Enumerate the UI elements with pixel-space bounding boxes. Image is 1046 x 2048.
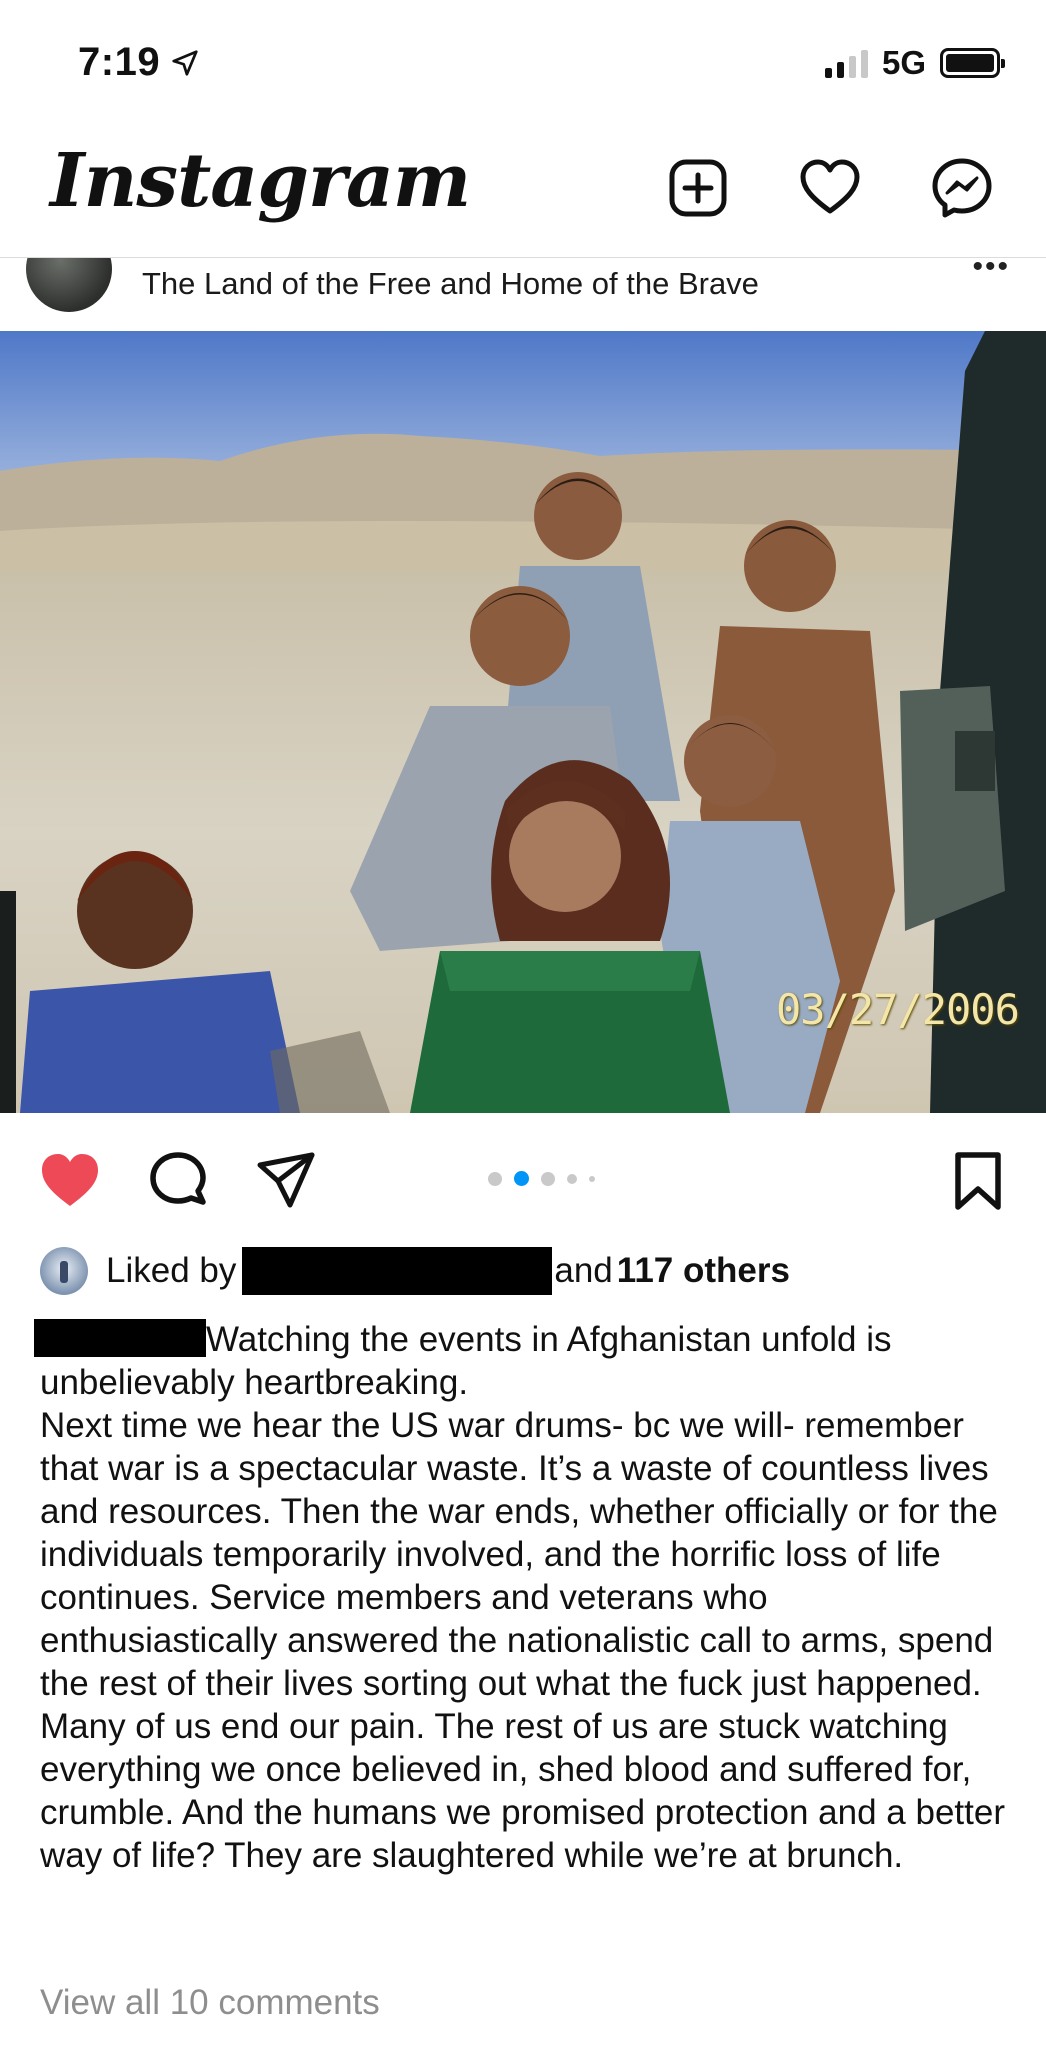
messenger-icon[interactable] <box>930 156 994 220</box>
network-type: 5G <box>881 44 926 81</box>
carousel-dot <box>488 1171 502 1186</box>
liker-avatar <box>40 1247 88 1295</box>
new-post-icon[interactable] <box>666 156 730 220</box>
carousel-dot <box>589 1175 595 1182</box>
status-indicators: 5G <box>824 44 1005 82</box>
redacted-author-name <box>34 1319 206 1357</box>
likes-prefix: Liked by <box>106 1251 237 1290</box>
save-bookmark-icon[interactable] <box>946 1149 1010 1213</box>
heart-icon[interactable] <box>798 156 862 220</box>
share-send-icon[interactable] <box>254 1149 318 1213</box>
app-header: Instagram <box>0 130 1046 258</box>
post-caption: Watching the events in Afghanistan unfol… <box>34 1318 1010 1877</box>
carousel-dot <box>567 1173 577 1184</box>
like-heart-filled-icon[interactable] <box>38 1149 102 1213</box>
likes-count[interactable]: 117 others <box>617 1251 790 1291</box>
post-location[interactable]: The Land of the Free and Home of the Bra… <box>142 266 759 302</box>
view-all-comments-link[interactable]: View all 10 comments <box>40 1983 380 2023</box>
carousel-dot-active <box>514 1171 529 1186</box>
status-time-group: 7:19 <box>78 40 200 85</box>
comment-icon[interactable] <box>146 1149 210 1213</box>
status-time: 7:19 <box>78 40 161 84</box>
carousel-dot <box>541 1171 555 1186</box>
photo-date-stamp: 03/27/2006 <box>776 985 1020 1034</box>
carousel-indicator <box>488 1171 595 1186</box>
post-photo[interactable]: 03/27/2006 <box>0 331 1046 1113</box>
likes-connector: and <box>554 1251 613 1290</box>
post-header: The Land of the Free and Home of the Bra… <box>0 258 1046 330</box>
more-options-icon[interactable]: ••• <box>972 258 1010 284</box>
location-arrow-icon <box>172 49 198 76</box>
caption-body: Next time we hear the US war drums- bc w… <box>40 1406 1005 1875</box>
battery-icon <box>940 48 1005 78</box>
redacted-username <box>242 1247 553 1295</box>
instagram-logo[interactable]: Instagram <box>50 138 471 224</box>
status-bar: 7:19 5G <box>0 0 1046 130</box>
poster-avatar[interactable] <box>26 258 112 312</box>
likes-summary[interactable]: Liked by and 117 others <box>40 1244 790 1298</box>
signal-strength-icon <box>824 48 868 78</box>
